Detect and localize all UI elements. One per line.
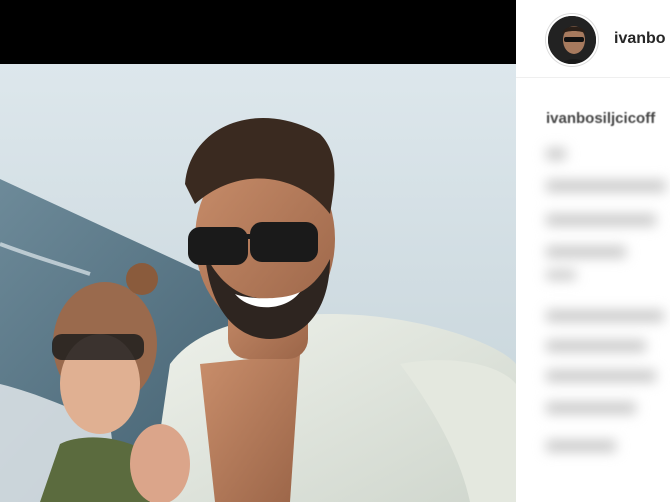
post-sidebar: ivanbo ivanbosiljcicoff <box>516 0 670 502</box>
post-media-area <box>0 0 516 502</box>
post-header: ivanbo <box>516 0 670 78</box>
avatar[interactable] <box>546 14 598 66</box>
blurred-caption <box>542 140 670 490</box>
post-photo[interactable] <box>0 64 516 502</box>
photo-illustration <box>0 64 516 502</box>
caption-username[interactable]: ivanbosiljcicoff <box>546 110 655 127</box>
post-username[interactable]: ivanbo <box>614 30 666 48</box>
profile-avatar-icon <box>548 16 596 64</box>
